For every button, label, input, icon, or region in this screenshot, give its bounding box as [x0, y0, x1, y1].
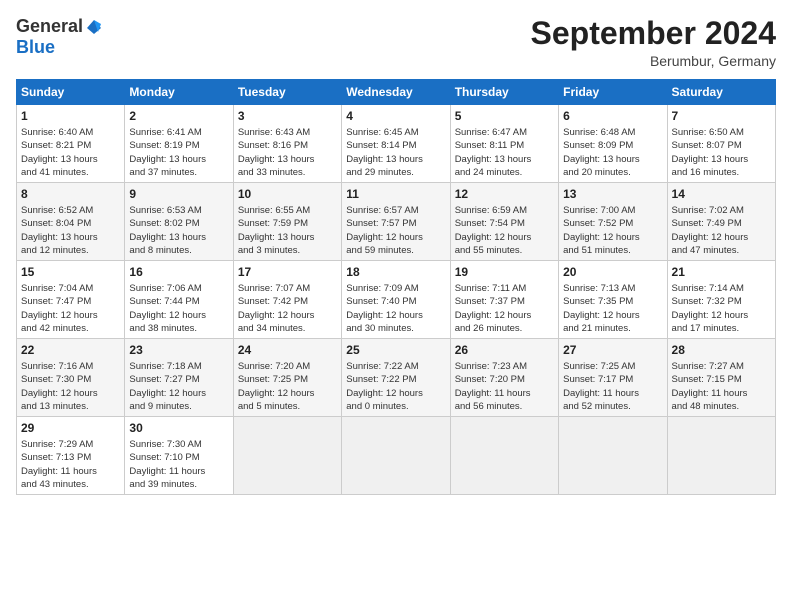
day-number: 11	[346, 186, 445, 203]
table-cell: 11Sunrise: 6:57 AMSunset: 7:57 PMDayligh…	[342, 183, 450, 261]
month-title: September 2024	[531, 16, 776, 51]
table-cell: 15Sunrise: 7:04 AMSunset: 7:47 PMDayligh…	[17, 261, 125, 339]
table-cell: 13Sunrise: 7:00 AMSunset: 7:52 PMDayligh…	[559, 183, 667, 261]
day-number: 1	[21, 108, 120, 125]
table-cell: 25Sunrise: 7:22 AMSunset: 7:22 PMDayligh…	[342, 339, 450, 417]
table-cell: 2Sunrise: 6:41 AMSunset: 8:19 PMDaylight…	[125, 105, 233, 183]
table-cell: 14Sunrise: 7:02 AMSunset: 7:49 PMDayligh…	[667, 183, 775, 261]
col-friday: Friday	[559, 80, 667, 105]
table-cell: 27Sunrise: 7:25 AMSunset: 7:17 PMDayligh…	[559, 339, 667, 417]
table-cell: 7Sunrise: 6:50 AMSunset: 8:07 PMDaylight…	[667, 105, 775, 183]
page: General Blue September 2024 Berumbur, Ge…	[0, 0, 792, 612]
logo-icon	[85, 18, 103, 36]
col-tuesday: Tuesday	[233, 80, 341, 105]
day-number: 16	[129, 264, 228, 281]
col-sunday: Sunday	[17, 80, 125, 105]
day-number: 24	[238, 342, 337, 359]
calendar-header-row: Sunday Monday Tuesday Wednesday Thursday…	[17, 80, 776, 105]
table-cell: 1Sunrise: 6:40 AMSunset: 8:21 PMDaylight…	[17, 105, 125, 183]
table-cell: 4Sunrise: 6:45 AMSunset: 8:14 PMDaylight…	[342, 105, 450, 183]
day-number: 30	[129, 420, 228, 437]
col-saturday: Saturday	[667, 80, 775, 105]
table-cell	[667, 417, 775, 495]
day-number: 4	[346, 108, 445, 125]
table-cell: 5Sunrise: 6:47 AMSunset: 8:11 PMDaylight…	[450, 105, 558, 183]
location: Berumbur, Germany	[531, 53, 776, 69]
header: General Blue September 2024 Berumbur, Ge…	[16, 16, 776, 69]
table-cell: 18Sunrise: 7:09 AMSunset: 7:40 PMDayligh…	[342, 261, 450, 339]
table-cell	[233, 417, 341, 495]
day-number: 29	[21, 420, 120, 437]
table-cell: 17Sunrise: 7:07 AMSunset: 7:42 PMDayligh…	[233, 261, 341, 339]
table-cell: 28Sunrise: 7:27 AMSunset: 7:15 PMDayligh…	[667, 339, 775, 417]
table-cell: 10Sunrise: 6:55 AMSunset: 7:59 PMDayligh…	[233, 183, 341, 261]
table-cell: 22Sunrise: 7:16 AMSunset: 7:30 PMDayligh…	[17, 339, 125, 417]
day-number: 3	[238, 108, 337, 125]
table-cell: 3Sunrise: 6:43 AMSunset: 8:16 PMDaylight…	[233, 105, 341, 183]
table-cell: 19Sunrise: 7:11 AMSunset: 7:37 PMDayligh…	[450, 261, 558, 339]
table-cell: 24Sunrise: 7:20 AMSunset: 7:25 PMDayligh…	[233, 339, 341, 417]
day-number: 6	[563, 108, 662, 125]
col-wednesday: Wednesday	[342, 80, 450, 105]
day-number: 10	[238, 186, 337, 203]
table-cell: 20Sunrise: 7:13 AMSunset: 7:35 PMDayligh…	[559, 261, 667, 339]
table-cell	[450, 417, 558, 495]
day-number: 25	[346, 342, 445, 359]
logo-blue-text: Blue	[16, 37, 55, 58]
day-number: 8	[21, 186, 120, 203]
table-cell: 26Sunrise: 7:23 AMSunset: 7:20 PMDayligh…	[450, 339, 558, 417]
day-number: 9	[129, 186, 228, 203]
day-number: 28	[672, 342, 771, 359]
day-number: 18	[346, 264, 445, 281]
day-number: 27	[563, 342, 662, 359]
table-cell: 9Sunrise: 6:53 AMSunset: 8:02 PMDaylight…	[125, 183, 233, 261]
table-cell: 23Sunrise: 7:18 AMSunset: 7:27 PMDayligh…	[125, 339, 233, 417]
day-number: 20	[563, 264, 662, 281]
calendar-table: Sunday Monday Tuesday Wednesday Thursday…	[16, 79, 776, 495]
day-number: 12	[455, 186, 554, 203]
day-number: 2	[129, 108, 228, 125]
table-cell: 30Sunrise: 7:30 AMSunset: 7:10 PMDayligh…	[125, 417, 233, 495]
table-cell: 8Sunrise: 6:52 AMSunset: 8:04 PMDaylight…	[17, 183, 125, 261]
day-number: 15	[21, 264, 120, 281]
table-cell: 21Sunrise: 7:14 AMSunset: 7:32 PMDayligh…	[667, 261, 775, 339]
logo: General Blue	[16, 16, 103, 58]
logo-general-text: General	[16, 16, 83, 37]
day-number: 22	[21, 342, 120, 359]
table-cell	[342, 417, 450, 495]
day-number: 19	[455, 264, 554, 281]
day-number: 21	[672, 264, 771, 281]
table-cell: 6Sunrise: 6:48 AMSunset: 8:09 PMDaylight…	[559, 105, 667, 183]
day-number: 26	[455, 342, 554, 359]
day-number: 23	[129, 342, 228, 359]
table-cell: 29Sunrise: 7:29 AMSunset: 7:13 PMDayligh…	[17, 417, 125, 495]
day-number: 5	[455, 108, 554, 125]
day-number: 7	[672, 108, 771, 125]
day-number: 14	[672, 186, 771, 203]
table-cell	[559, 417, 667, 495]
table-cell: 12Sunrise: 6:59 AMSunset: 7:54 PMDayligh…	[450, 183, 558, 261]
col-thursday: Thursday	[450, 80, 558, 105]
day-number: 13	[563, 186, 662, 203]
day-number: 17	[238, 264, 337, 281]
title-block: September 2024 Berumbur, Germany	[531, 16, 776, 69]
col-monday: Monday	[125, 80, 233, 105]
table-cell: 16Sunrise: 7:06 AMSunset: 7:44 PMDayligh…	[125, 261, 233, 339]
